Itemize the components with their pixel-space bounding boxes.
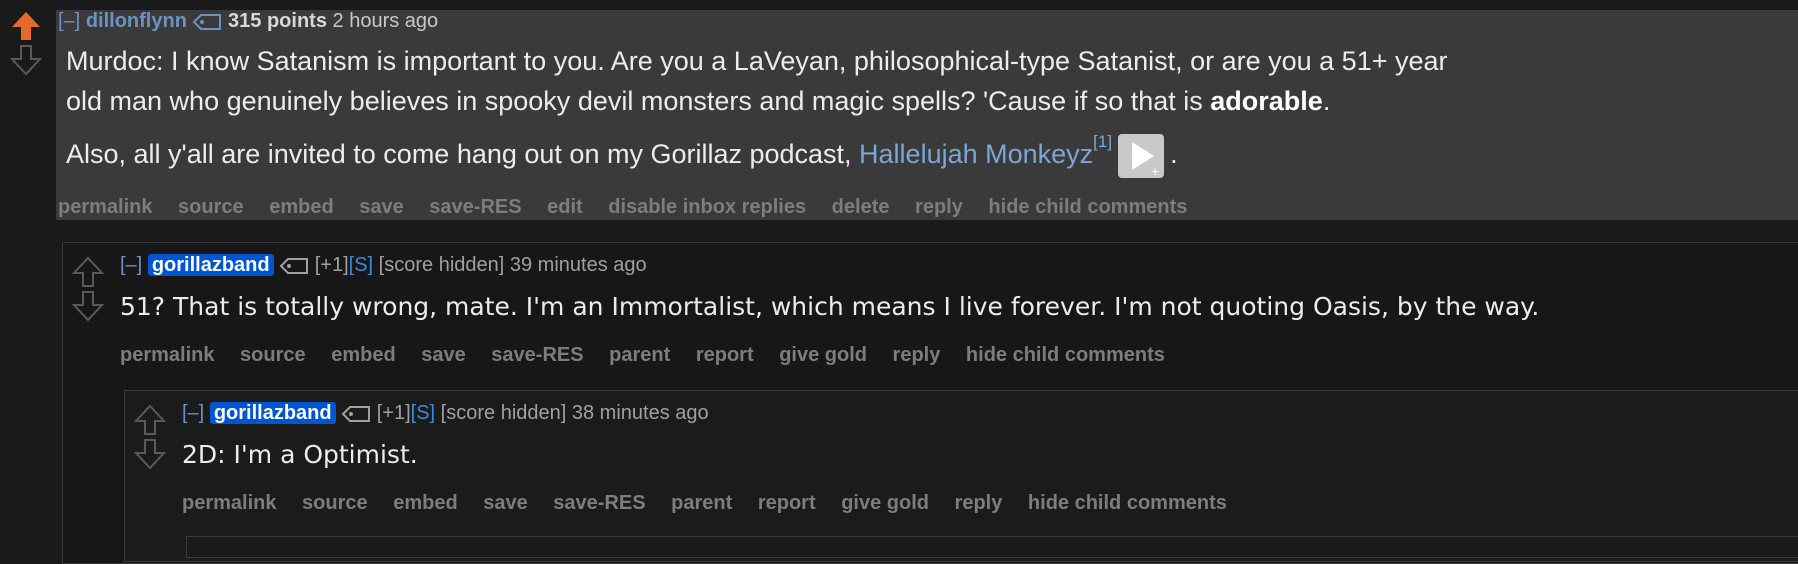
tag-icon[interactable] bbox=[341, 405, 371, 423]
reply-button[interactable]: reply bbox=[893, 344, 941, 366]
tag-icon[interactable] bbox=[279, 257, 309, 275]
comment-body-line1: Murdoc: I know Satanism is important to … bbox=[66, 46, 1448, 77]
source-button[interactable]: source bbox=[240, 344, 306, 366]
flair-plus: [+1] bbox=[376, 402, 411, 424]
embed-button[interactable]: embed bbox=[331, 344, 395, 366]
bold-text: adorable bbox=[1210, 86, 1323, 116]
score: [score hidden] bbox=[378, 254, 505, 276]
embed-button[interactable]: embed bbox=[269, 196, 333, 218]
author-link[interactable]: gorillazband bbox=[209, 402, 336, 424]
score: [score hidden] bbox=[440, 402, 567, 424]
comment-text: old man who genuinely believes in spooky… bbox=[66, 86, 1211, 116]
vote-arrows bbox=[70, 256, 106, 322]
permalink-button[interactable]: permalink bbox=[120, 344, 214, 366]
parent-button[interactable]: parent bbox=[671, 492, 732, 514]
vote-arrows bbox=[8, 10, 44, 76]
comment-body: 2D: I'm a Optimist. bbox=[182, 440, 418, 469]
comment-buttons: permalink source embed save save-RES edi… bbox=[58, 196, 1207, 219]
timestamp: 2 hours ago bbox=[332, 10, 439, 32]
source-button[interactable]: source bbox=[178, 196, 244, 218]
timestamp: 39 minutes ago bbox=[509, 254, 647, 276]
comment-nested-partial bbox=[186, 536, 1798, 558]
collapse-toggle[interactable]: [–] bbox=[182, 402, 204, 424]
comment-buttons: permalink source embed save save-RES par… bbox=[120, 344, 1185, 367]
save-button[interactable]: save bbox=[421, 344, 466, 366]
collapse-toggle[interactable]: [–] bbox=[120, 254, 142, 276]
embed-button[interactable]: embed bbox=[393, 492, 457, 514]
save-res-button[interactable]: save-RES bbox=[429, 196, 521, 218]
give-gold-button[interactable]: give gold bbox=[841, 492, 929, 514]
source-button[interactable]: source bbox=[302, 492, 368, 514]
footnote-ref[interactable]: [1] bbox=[1093, 132, 1112, 151]
permalink-button[interactable]: permalink bbox=[182, 492, 276, 514]
comment-tagline: [–] dillonflynn 315 points 2 hours ago bbox=[58, 10, 438, 33]
downvote-arrow-icon[interactable] bbox=[8, 44, 44, 76]
play-icon[interactable]: + bbox=[1118, 134, 1165, 178]
reply-button[interactable]: reply bbox=[955, 492, 1003, 514]
upvote-arrow-icon[interactable] bbox=[132, 404, 168, 436]
save-res-button[interactable]: save-RES bbox=[491, 344, 583, 366]
comment-tagline: [–] gorillazband [+1][S] [score hidden] … bbox=[120, 254, 647, 277]
downvote-arrow-icon[interactable] bbox=[132, 438, 168, 470]
author-link[interactable]: gorillazband bbox=[147, 254, 274, 276]
comment-body-line3: Also, all y'all are invited to come hang… bbox=[66, 132, 1178, 178]
upvote-arrow-icon[interactable] bbox=[70, 256, 106, 288]
flair-plus: [+1] bbox=[314, 254, 349, 276]
parent-button[interactable]: parent bbox=[609, 344, 670, 366]
permalink-button[interactable]: permalink bbox=[58, 196, 152, 218]
hide-child-comments-button[interactable]: hide child comments bbox=[1028, 492, 1227, 514]
comment-buttons: permalink source embed save save-RES par… bbox=[182, 492, 1247, 515]
give-gold-button[interactable]: give gold bbox=[779, 344, 867, 366]
timestamp: 38 minutes ago bbox=[571, 402, 709, 424]
downvote-arrow-icon[interactable] bbox=[70, 290, 106, 322]
vote-arrows bbox=[132, 404, 168, 470]
submitter-badge[interactable]: [S] bbox=[349, 254, 373, 276]
delete-button[interactable]: delete bbox=[832, 196, 890, 218]
comment-tagline: [–] gorillazband [+1][S] [score hidden] … bbox=[182, 402, 709, 425]
comment-text: . bbox=[1170, 139, 1178, 170]
hide-child-comments-button[interactable]: hide child comments bbox=[966, 344, 1165, 366]
disable-inbox-replies-button[interactable]: disable inbox replies bbox=[608, 196, 806, 218]
submitter-badge[interactable]: [S] bbox=[411, 402, 435, 424]
comment-text: . bbox=[1322, 86, 1331, 116]
reply-button[interactable]: reply bbox=[915, 196, 963, 218]
edit-button[interactable]: edit bbox=[547, 196, 583, 218]
podcast-link[interactable]: Hallelujah Monkeyz bbox=[859, 139, 1093, 169]
collapse-toggle[interactable]: [–] bbox=[58, 10, 80, 32]
save-button[interactable]: save bbox=[359, 196, 404, 218]
svg-text:+: + bbox=[1151, 163, 1159, 178]
comment-text: Murdoc: I know Satanism is important to … bbox=[66, 46, 1448, 76]
upvote-arrow-icon[interactable] bbox=[8, 10, 44, 42]
comment-body: 51? That is totally wrong, mate. I'm an … bbox=[120, 292, 1540, 321]
comment-text: Also, all y'all are invited to come hang… bbox=[66, 139, 860, 170]
report-button[interactable]: report bbox=[758, 492, 816, 514]
score: 315 points bbox=[228, 10, 327, 32]
report-button[interactable]: report bbox=[696, 344, 754, 366]
save-button[interactable]: save bbox=[483, 492, 528, 514]
author-link[interactable]: dillonflynn bbox=[86, 10, 187, 32]
comment-body-line2: old man who genuinely believes in spooky… bbox=[66, 86, 1330, 117]
hide-child-comments-button[interactable]: hide child comments bbox=[988, 196, 1187, 218]
tag-icon[interactable] bbox=[192, 13, 222, 31]
save-res-button[interactable]: save-RES bbox=[553, 492, 645, 514]
